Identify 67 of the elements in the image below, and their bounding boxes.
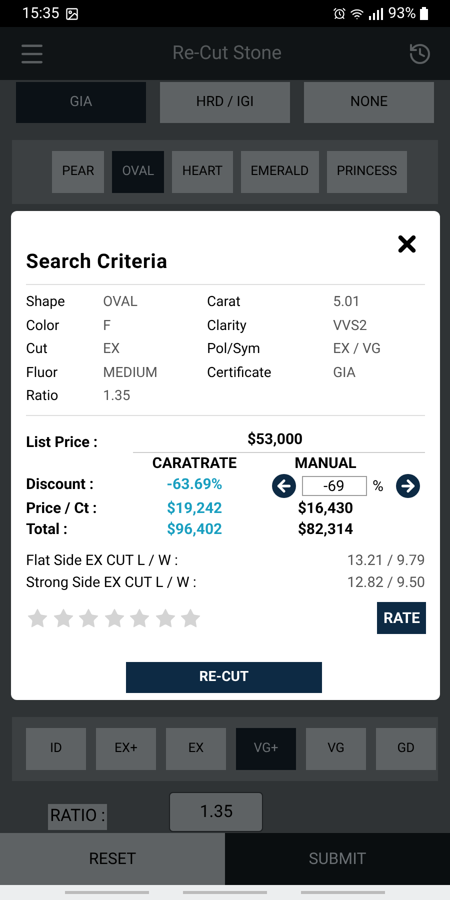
criteria-label: Fluor (26, 364, 59, 382)
criteria-label: Color (26, 316, 60, 336)
criteria-label: Certificate (207, 364, 272, 382)
criteria-value: EX (103, 340, 121, 359)
header-title: Re-Cut Stone (172, 40, 282, 66)
ratio-field[interactable]: 1.35 (169, 792, 264, 832)
grade-option[interactable]: ID (26, 728, 86, 770)
criteria-value: VVS2 (333, 316, 368, 336)
ratio-label: RATIO : (48, 804, 108, 830)
caratrate-value: -63.69% (166, 474, 224, 495)
discount-field[interactable]: -69 (302, 476, 366, 496)
dimension-value: 13.21 / 9.79 (347, 551, 425, 571)
star-rating[interactable] (26, 606, 202, 630)
criteria-label: Pol/Sym (207, 340, 262, 359)
manual-value: $16,430 (296, 498, 354, 519)
grade-option[interactable]: GD (376, 728, 436, 770)
certificate-tab[interactable]: NONE (304, 82, 434, 123)
criteria-value: 1.35 (103, 387, 132, 406)
dimension-label: Strong Side EX CUT L / W : (26, 573, 196, 593)
alarm-icon (333, 7, 346, 20)
criteria-label: Shape (26, 293, 66, 312)
reset-button[interactable]: RESET (0, 833, 225, 885)
signal-icon (368, 8, 384, 20)
criteria-label: Clarity (207, 316, 248, 336)
wifi-icon (350, 6, 364, 20)
shape-option[interactable]: OVAL (112, 151, 164, 193)
list-price-value: $53,000 (133, 428, 425, 453)
caratrate-value: $19,242 (166, 498, 224, 519)
history-icon[interactable] (408, 42, 432, 66)
dialog-title: Search Criteria (26, 248, 168, 275)
row-label: Total : (26, 519, 69, 540)
grade-option[interactable]: VG+ (236, 728, 296, 770)
criteria-value: 5.01 (333, 293, 362, 312)
dimension-value: 12.82 / 9.50 (347, 573, 425, 593)
shape-option[interactable]: EMERALD (240, 151, 319, 193)
criteria-value: F (103, 316, 112, 336)
column-header: MANUAL (294, 453, 358, 474)
certificate-tab[interactable]: GIA (16, 82, 146, 123)
image-icon (65, 6, 80, 20)
criteria-label: Cut (26, 340, 48, 359)
shape-option[interactable]: HEART (172, 151, 233, 193)
re-cut-button[interactable]: RE-CUT (126, 662, 322, 693)
criteria-value: GIA (333, 364, 357, 382)
row-label: Price / Ct : (26, 498, 98, 519)
status-time: 15:35 (22, 3, 60, 24)
criteria-label: Ratio (26, 387, 60, 406)
row-label: Discount : (26, 474, 95, 495)
list-price-label: List Price : (26, 432, 99, 452)
certificate-tab[interactable]: HRD / IGI (160, 82, 290, 123)
submit-button[interactable]: SUBMIT (225, 833, 450, 885)
criteria-label: Carat (207, 293, 242, 312)
dimension-label: Flat Side EX CUT L / W : (26, 551, 178, 571)
shape-option[interactable]: PEAR (52, 151, 104, 193)
shape-option[interactable]: PRINCESS (326, 151, 408, 193)
battery-level: 93% (388, 3, 416, 24)
percent-unit: % (372, 476, 384, 496)
manual-value: $82,314 (296, 519, 354, 540)
column-header: CARATRATE (151, 453, 238, 474)
grade-option[interactable]: EX+ (96, 728, 156, 770)
criteria-value: MEDIUM (103, 364, 158, 382)
caratrate-value: $96,402 (166, 519, 224, 540)
grade-option[interactable]: VG (306, 728, 366, 770)
grade-option[interactable]: EX (166, 728, 226, 770)
criteria-value: OVAL (103, 293, 139, 312)
battery-icon (420, 7, 428, 20)
criteria-value: EX / VG (333, 340, 382, 359)
rate-button[interactable]: RATE (377, 602, 426, 634)
